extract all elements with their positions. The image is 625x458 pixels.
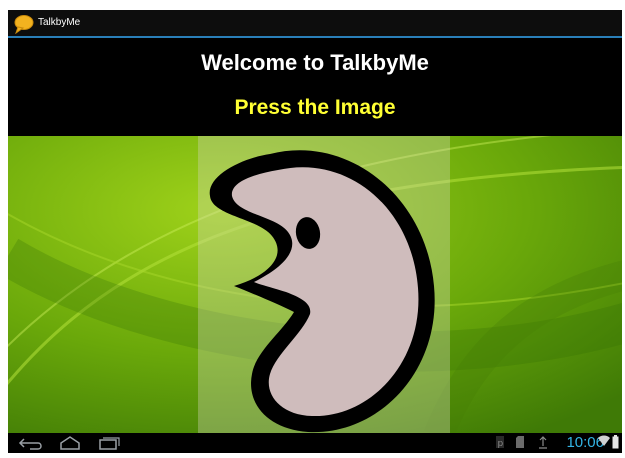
content-area (8, 136, 622, 433)
wifi-icon (598, 435, 610, 446)
back-icon[interactable] (18, 435, 46, 451)
device-screen: TalkbyMe Welcome to TalkbyMe Press the I… (8, 10, 622, 453)
talkbyme-mascot-image[interactable] (198, 136, 450, 433)
speech-bubble-icon[interactable] (14, 14, 34, 34)
home-icon[interactable] (56, 435, 84, 451)
p-notification-icon: p (496, 436, 504, 448)
system-nav-bar: p 10:06 (8, 433, 622, 453)
app-title: TalkbyMe (38, 17, 81, 28)
sd-card-icon (516, 436, 524, 448)
press-instruction: Press the Image (234, 96, 396, 119)
action-bar: TalkbyMe (8, 10, 622, 38)
svg-text:p: p (498, 439, 504, 448)
recent-apps-icon[interactable] (94, 435, 122, 451)
welcome-title: Welcome to TalkbyMe (201, 50, 429, 75)
upload-icon (539, 436, 547, 449)
welcome-header: Welcome to TalkbyMe Press the Image (8, 40, 622, 136)
battery-icon (612, 435, 619, 449)
